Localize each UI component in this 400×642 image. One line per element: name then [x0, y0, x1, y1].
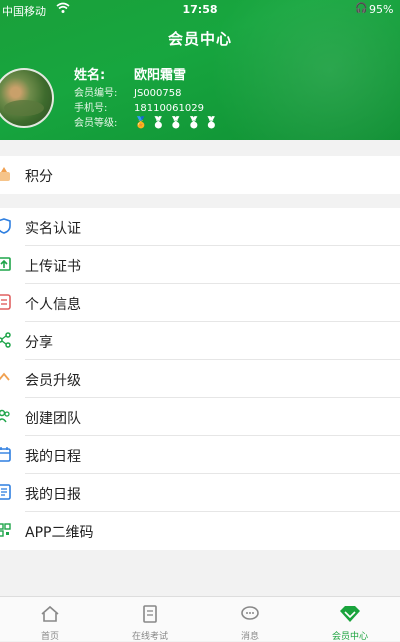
points-item[interactable]: 积分: [0, 156, 400, 194]
avatar[interactable]: [0, 68, 54, 128]
id-shield-icon: [0, 218, 11, 234]
tab-item[interactable]: 会员中心: [300, 597, 400, 642]
phone-row: 手机号: 18110061029: [74, 99, 204, 114]
header-glow: [200, 0, 400, 140]
medal-icon: 🏅: [151, 116, 166, 129]
member-no-value: JS000758: [134, 88, 182, 99]
tab-label: 消息: [240, 632, 259, 642]
team-icon: [0, 408, 11, 424]
calendar-icon: [0, 446, 11, 462]
points-section: 积分: [0, 156, 400, 194]
tab-item[interactable]: 在线考试: [100, 597, 200, 642]
page-title: 会员中心: [167, 30, 232, 48]
exam-icon: [100, 605, 200, 627]
menu-item[interactable]: 创建团队: [0, 398, 400, 436]
menu-item[interactable]: 上传证书: [0, 246, 400, 284]
menu-item-label: 我的日报: [25, 487, 81, 503]
tab-item[interactable]: 消息: [200, 597, 300, 642]
medal-icon: 🏅: [204, 116, 219, 129]
upgrade-icon: [0, 370, 11, 386]
upload-icon: [0, 256, 11, 272]
menu-item[interactable]: 我的日程: [0, 436, 400, 474]
tab-label: 会员中心: [331, 632, 368, 642]
menu-item[interactable]: 分享: [0, 322, 400, 360]
menu-item[interactable]: 个人信息: [0, 284, 400, 322]
profile-icon: [0, 294, 11, 310]
message-icon: [200, 605, 300, 627]
clock-text: 17:58: [182, 3, 218, 16]
level-label: 会员等级:: [74, 118, 118, 129]
menu-item-label: 上传证书: [25, 259, 81, 275]
menu-item-label: 创建团队: [25, 411, 81, 427]
member-center-icon: [300, 605, 400, 627]
menu-item-label: 实名认证: [25, 221, 81, 237]
member-no-row: 会员编号: JS000758: [74, 84, 181, 99]
battery-text: 95%: [369, 3, 394, 16]
share-icon: [0, 332, 11, 348]
points-icon: [0, 166, 11, 182]
menu-item[interactable]: 我的日报: [0, 474, 400, 512]
menu-item-label: 我的日程: [25, 449, 81, 465]
medal-icon: 🏅: [134, 116, 148, 129]
menu-item-label: 个人信息: [25, 297, 81, 313]
menu-item[interactable]: 会员升级: [0, 360, 400, 398]
points-label: 积分: [25, 169, 53, 185]
status-bar: 中国移动 17:58 🎧 95%: [0, 0, 400, 20]
name-row: 姓名: 欧阳霜雪: [74, 64, 186, 83]
tab-item[interactable]: 首页: [0, 597, 100, 642]
phone-value: 18110061029: [134, 103, 204, 114]
home-icon: [0, 605, 100, 627]
headphone-icon: 🎧: [355, 3, 368, 14]
tab-bar: 首页 在线考试 消息 会员中心: [0, 596, 400, 642]
tab-label: 首页: [40, 632, 59, 642]
tab-label: 在线考试: [131, 632, 168, 642]
member-header: 中国移动 17:58 🎧 95% 会员中心 姓名: 欧阳霜雪 会员编号: JS000…: [0, 0, 400, 140]
menu-item-label: 会员升级: [25, 373, 81, 389]
medal-icon: 🏅: [187, 116, 201, 129]
name-value: 欧阳霜雪: [134, 68, 187, 83]
menu-list: 实名认证上传证书个人信息分享会员升级创建团队我的日程我的日报 APP二维码: [0, 208, 400, 550]
level-row: 会员等级: 🏅 🏅 🏅 🏅 🏅: [74, 114, 223, 129]
report-icon: [0, 484, 11, 500]
name-label: 姓名:: [74, 68, 106, 83]
menu-item[interactable]: APP二维码: [0, 512, 400, 550]
menu-item-label: 分享: [25, 335, 53, 351]
menu-item[interactable]: 实名认证: [0, 208, 400, 246]
phone-label: 手机号:: [74, 103, 108, 114]
level-medals: 🏅 🏅 🏅 🏅 🏅: [134, 116, 223, 129]
menu-item-label: APP二维码: [25, 525, 94, 541]
qrcode-icon: [0, 522, 11, 538]
member-no-label: 会员编号:: [74, 88, 118, 99]
medal-icon: 🏅: [169, 116, 184, 129]
